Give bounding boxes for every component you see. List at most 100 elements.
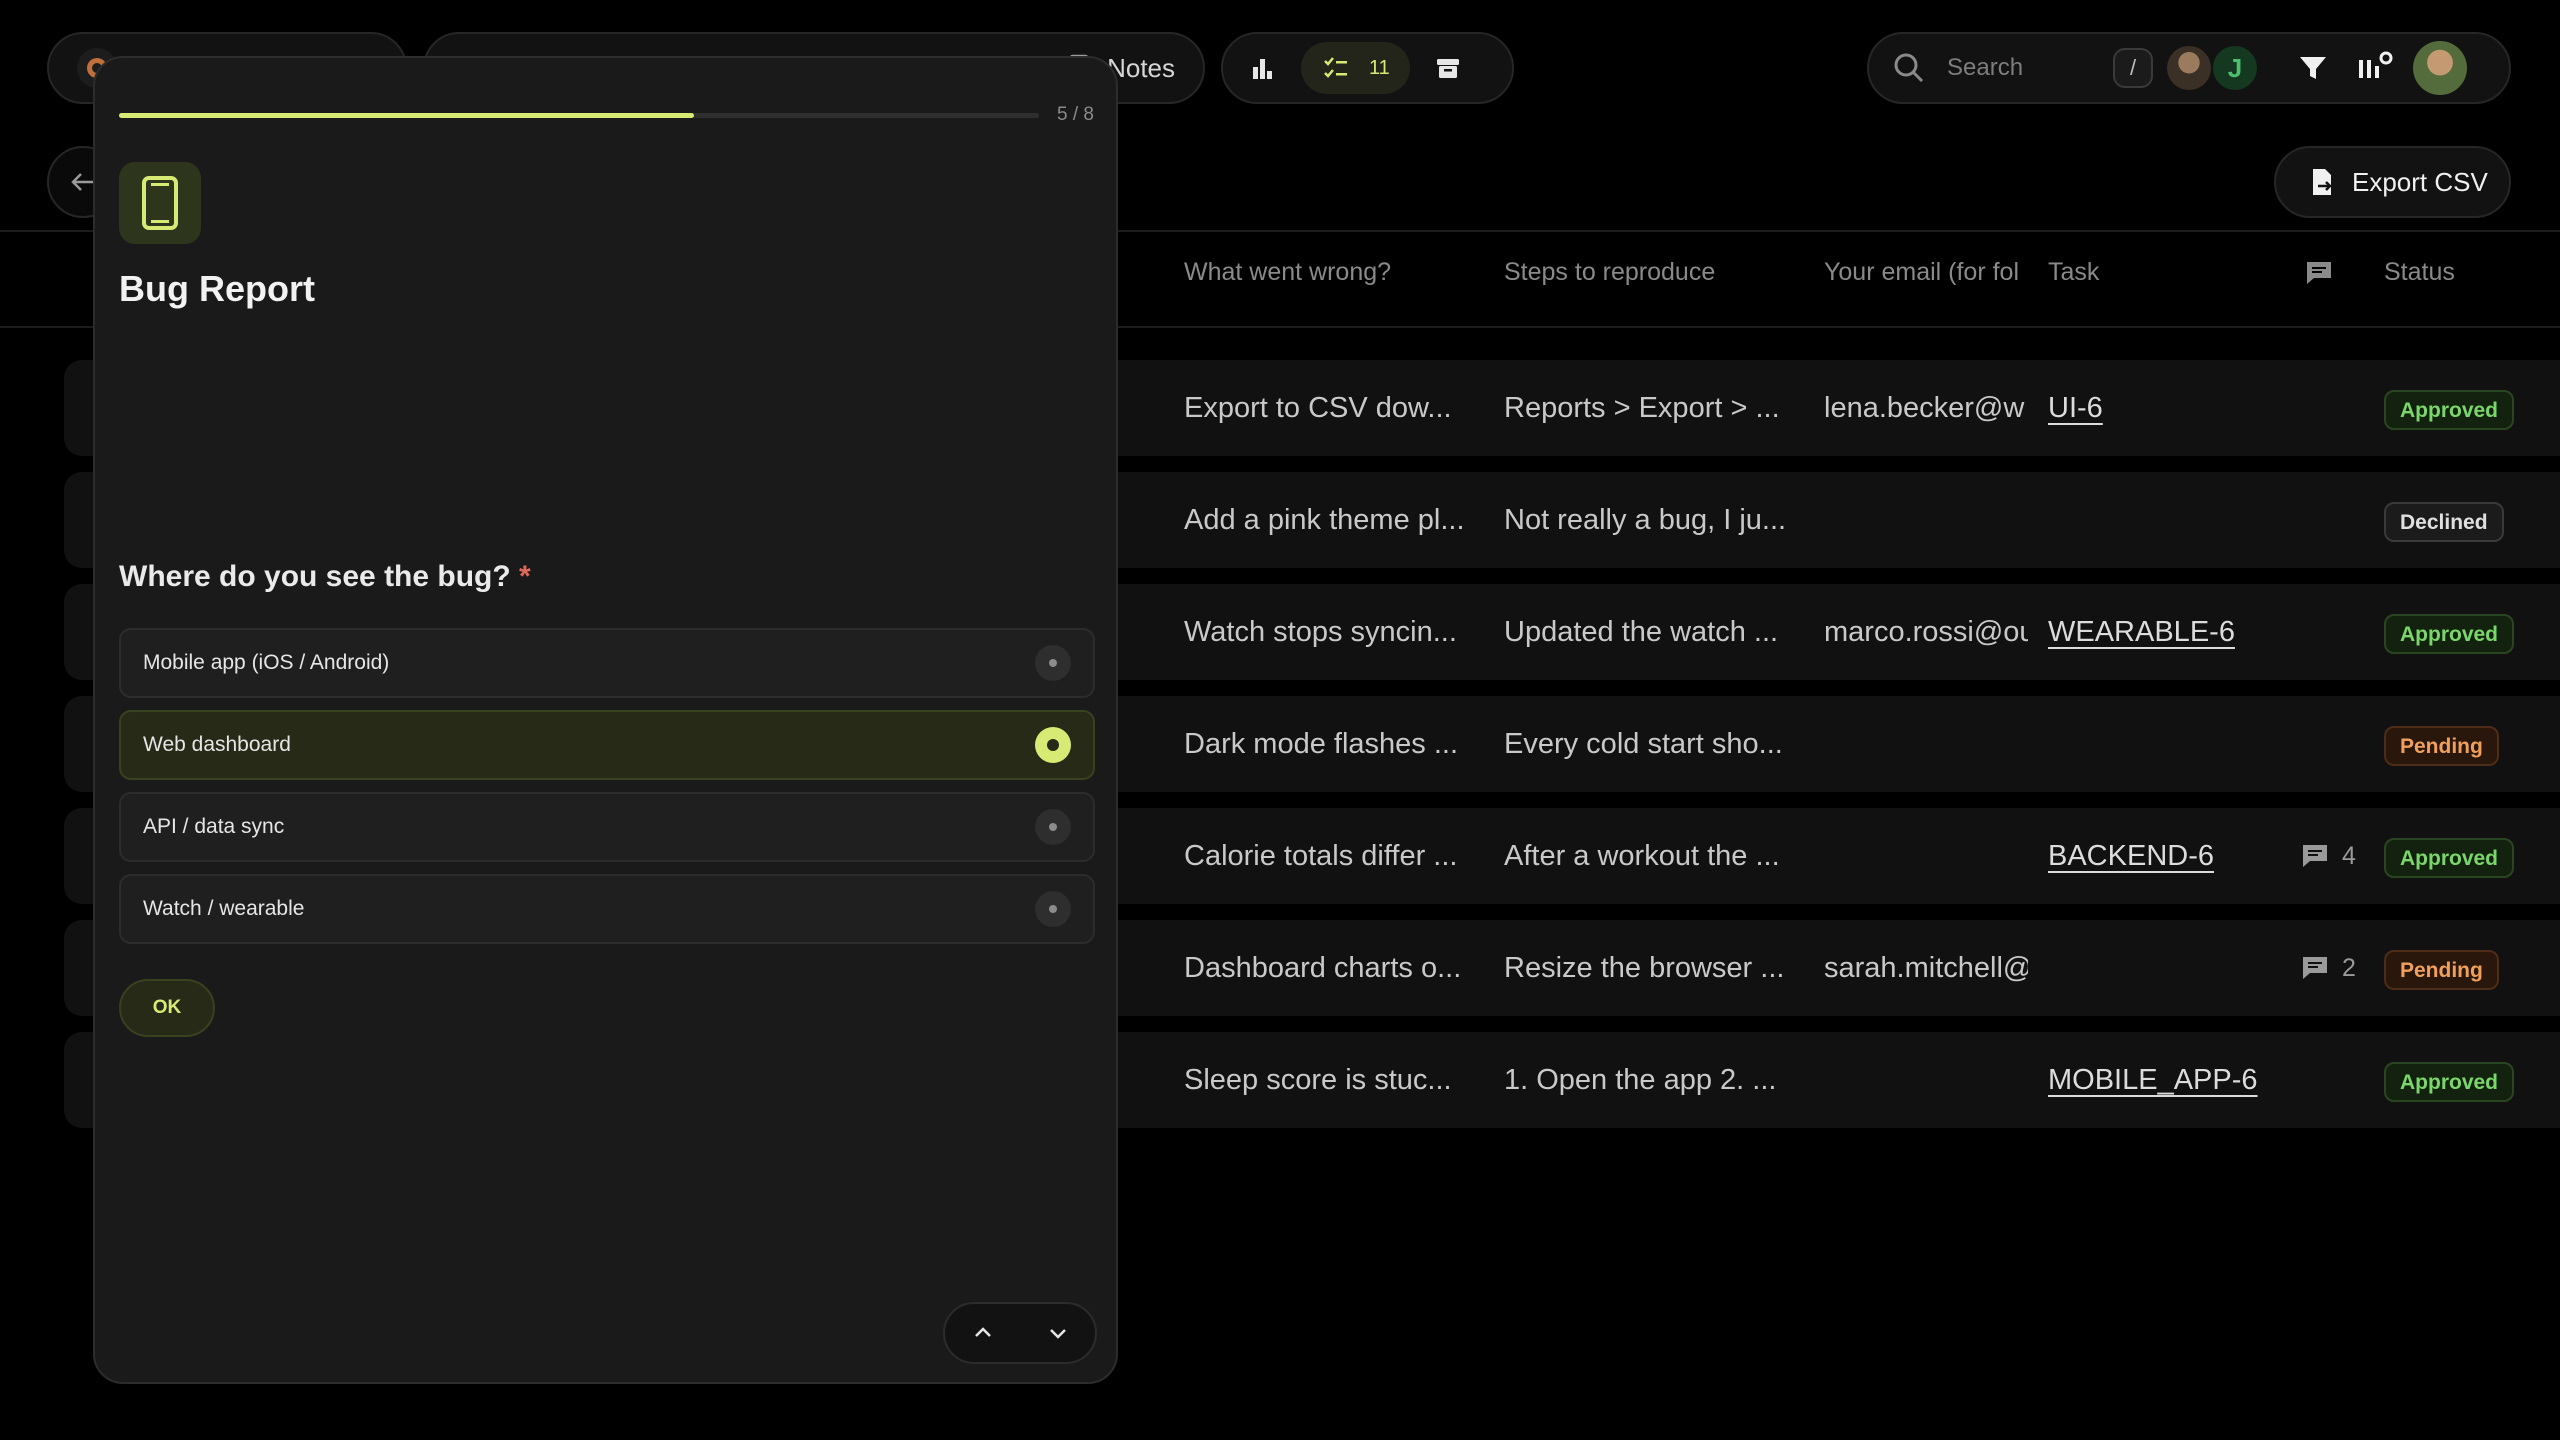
cell-steps: 1. Open the app 2. ... [1504,1064,1777,1096]
cell-what-went-wrong: Watch stops syncin... [1184,616,1457,648]
status-badge[interactable]: Declined [2384,502,2504,542]
comment-icon [2303,845,2327,867]
cell-email: sarah.mitchell@ [1824,952,2028,984]
form-panel: 5 / 8 Bug Report Where do you see the bu… [93,56,1118,1384]
tasks-count: 11 [1369,56,1390,79]
option-label: Mobile app (iOS / Android) [143,651,390,674]
previous-question-button[interactable] [955,1308,1011,1358]
radio-button[interactable] [1035,645,1071,681]
status-badge[interactable]: Approved [2384,390,2515,430]
search-shortcut-key: / [2113,48,2153,88]
cell-steps: Every cold start sho... [1504,728,1783,760]
archive-icon [1436,59,1459,78]
task-link[interactable]: BACKEND-6 [2048,840,2214,872]
cell-what-went-wrong: Export to CSV dow... [1184,392,1452,424]
comment-icon [2307,262,2331,284]
checklist-icon [1324,57,1347,78]
export-csv-button[interactable]: Export CSV [2274,146,2511,218]
status-badge[interactable]: Pending [2384,726,2499,766]
cell-steps: Not really a bug, I ju... [1504,504,1787,536]
export-csv-label: Export CSV [2352,166,2488,197]
question-label: Where do you see the bug? * [119,560,531,594]
question-navigation [943,1302,1097,1364]
cell-steps: Updated the watch ... [1504,616,1779,648]
column-comments[interactable] [2304,258,2384,295]
option-2[interactable]: API / data sync [119,792,1095,862]
column-task[interactable]: Task [2048,258,2268,287]
comment-count: 4 [2342,842,2356,870]
progress-bar [119,113,1039,118]
progress-label: 5 / 8 [1057,104,1094,125]
task-link[interactable]: WEARABLE-6 [2048,616,2235,648]
chevron-down-icon [1049,1329,1066,1339]
filter-button[interactable] [2289,44,2337,92]
cell-what-went-wrong: Dashboard charts o... [1184,952,1462,984]
option-list: Mobile app (iOS / Android) Web dashboard A… [119,628,1095,956]
status-badge[interactable]: Approved [2384,838,2515,878]
cell-what-went-wrong: Sleep score is stuc... [1184,1064,1452,1096]
option-label: Watch / wearable [143,897,305,920]
column-what-went-wrong[interactable]: What went wrong? [1184,258,1484,287]
filter-icon [2300,57,2326,79]
search-icon [1894,53,1924,83]
cell-email: marco.rossi@ou [1824,616,2028,648]
cell-what-went-wrong: Calorie totals differ ... [1184,840,1458,872]
archive-button[interactable] [1424,44,1472,92]
required-mark: * [519,560,531,593]
option-label: Web dashboard [143,733,291,756]
radio-button[interactable] [1035,727,1071,763]
ok-button[interactable]: OK [119,979,215,1037]
file-export-icon [2313,169,2332,195]
cell-comments[interactable]: 4 [2300,836,2380,876]
status-badge[interactable]: Approved [2384,1062,2515,1102]
cell-what-went-wrong: Add a pink theme pl... [1184,504,1465,536]
avatar[interactable] [2167,46,2211,90]
user-avatar[interactable] [2413,41,2467,95]
option-0[interactable]: Mobile app (iOS / Android) [119,628,1095,698]
cell-email: lena.becker@w [1824,392,2025,424]
avatar-initial[interactable]: J [2213,46,2257,90]
cell-status: Declined [2384,500,2560,542]
task-link[interactable]: MOBILE_APP-6 [2048,1064,2258,1096]
tasks-count-button[interactable]: 11 [1301,42,1410,94]
task-link[interactable]: UI-6 [2048,392,2103,424]
cell-status: Pending [2384,724,2560,766]
chevron-up-icon [974,1327,991,1337]
view-settings-button[interactable] [2351,44,2399,92]
cell-comments[interactable]: 2 [2300,948,2380,988]
cell-task: UI-6 [2048,388,2268,428]
column-steps[interactable]: Steps to reproduce [1504,258,1804,287]
cell-steps: Resize the browser ... [1504,952,1785,984]
column-status[interactable]: Status [2384,258,2560,287]
form-title: Bug Report [119,268,315,309]
cell-status: Approved [2384,612,2560,654]
option-label: API / data sync [143,815,285,838]
option-1[interactable]: Web dashboard [119,710,1095,780]
cell-steps: Reports > Export > ... [1504,392,1780,424]
cell-status: Approved [2384,388,2560,430]
comment-icon [2303,957,2327,979]
cell-task: BACKEND-6 [2048,836,2268,876]
search-input[interactable]: Search / [1891,38,2153,98]
cell-status: Approved [2384,836,2560,878]
status-badge[interactable]: Approved [2384,614,2515,654]
smartphone-icon [119,162,201,244]
bar-chart-icon [1253,59,1272,79]
next-question-button[interactable] [1030,1308,1086,1358]
radio-button[interactable] [1035,809,1071,845]
comment-count: 2 [2342,954,2356,982]
radio-button[interactable] [1035,891,1071,927]
question-text: Where do you see the bug? [119,560,511,593]
status-badge[interactable]: Pending [2384,950,2499,990]
search-placeholder: Search [1947,54,2024,81]
toolbar-tools: 11 [1221,32,1514,104]
cell-status: Approved [2384,1060,2560,1102]
cell-what-went-wrong: Dark mode flashes ... [1184,728,1458,760]
column-email[interactable]: Your email (for fol [1824,258,2028,287]
columns-settings-icon [2359,51,2393,78]
toolbar-right: Search / J [1867,32,2511,104]
cell-steps: After a workout the ... [1504,840,1780,872]
option-3[interactable]: Watch / wearable [119,874,1095,944]
cell-task: WEARABLE-6 [2048,612,2268,652]
stats-button[interactable] [1239,44,1287,92]
